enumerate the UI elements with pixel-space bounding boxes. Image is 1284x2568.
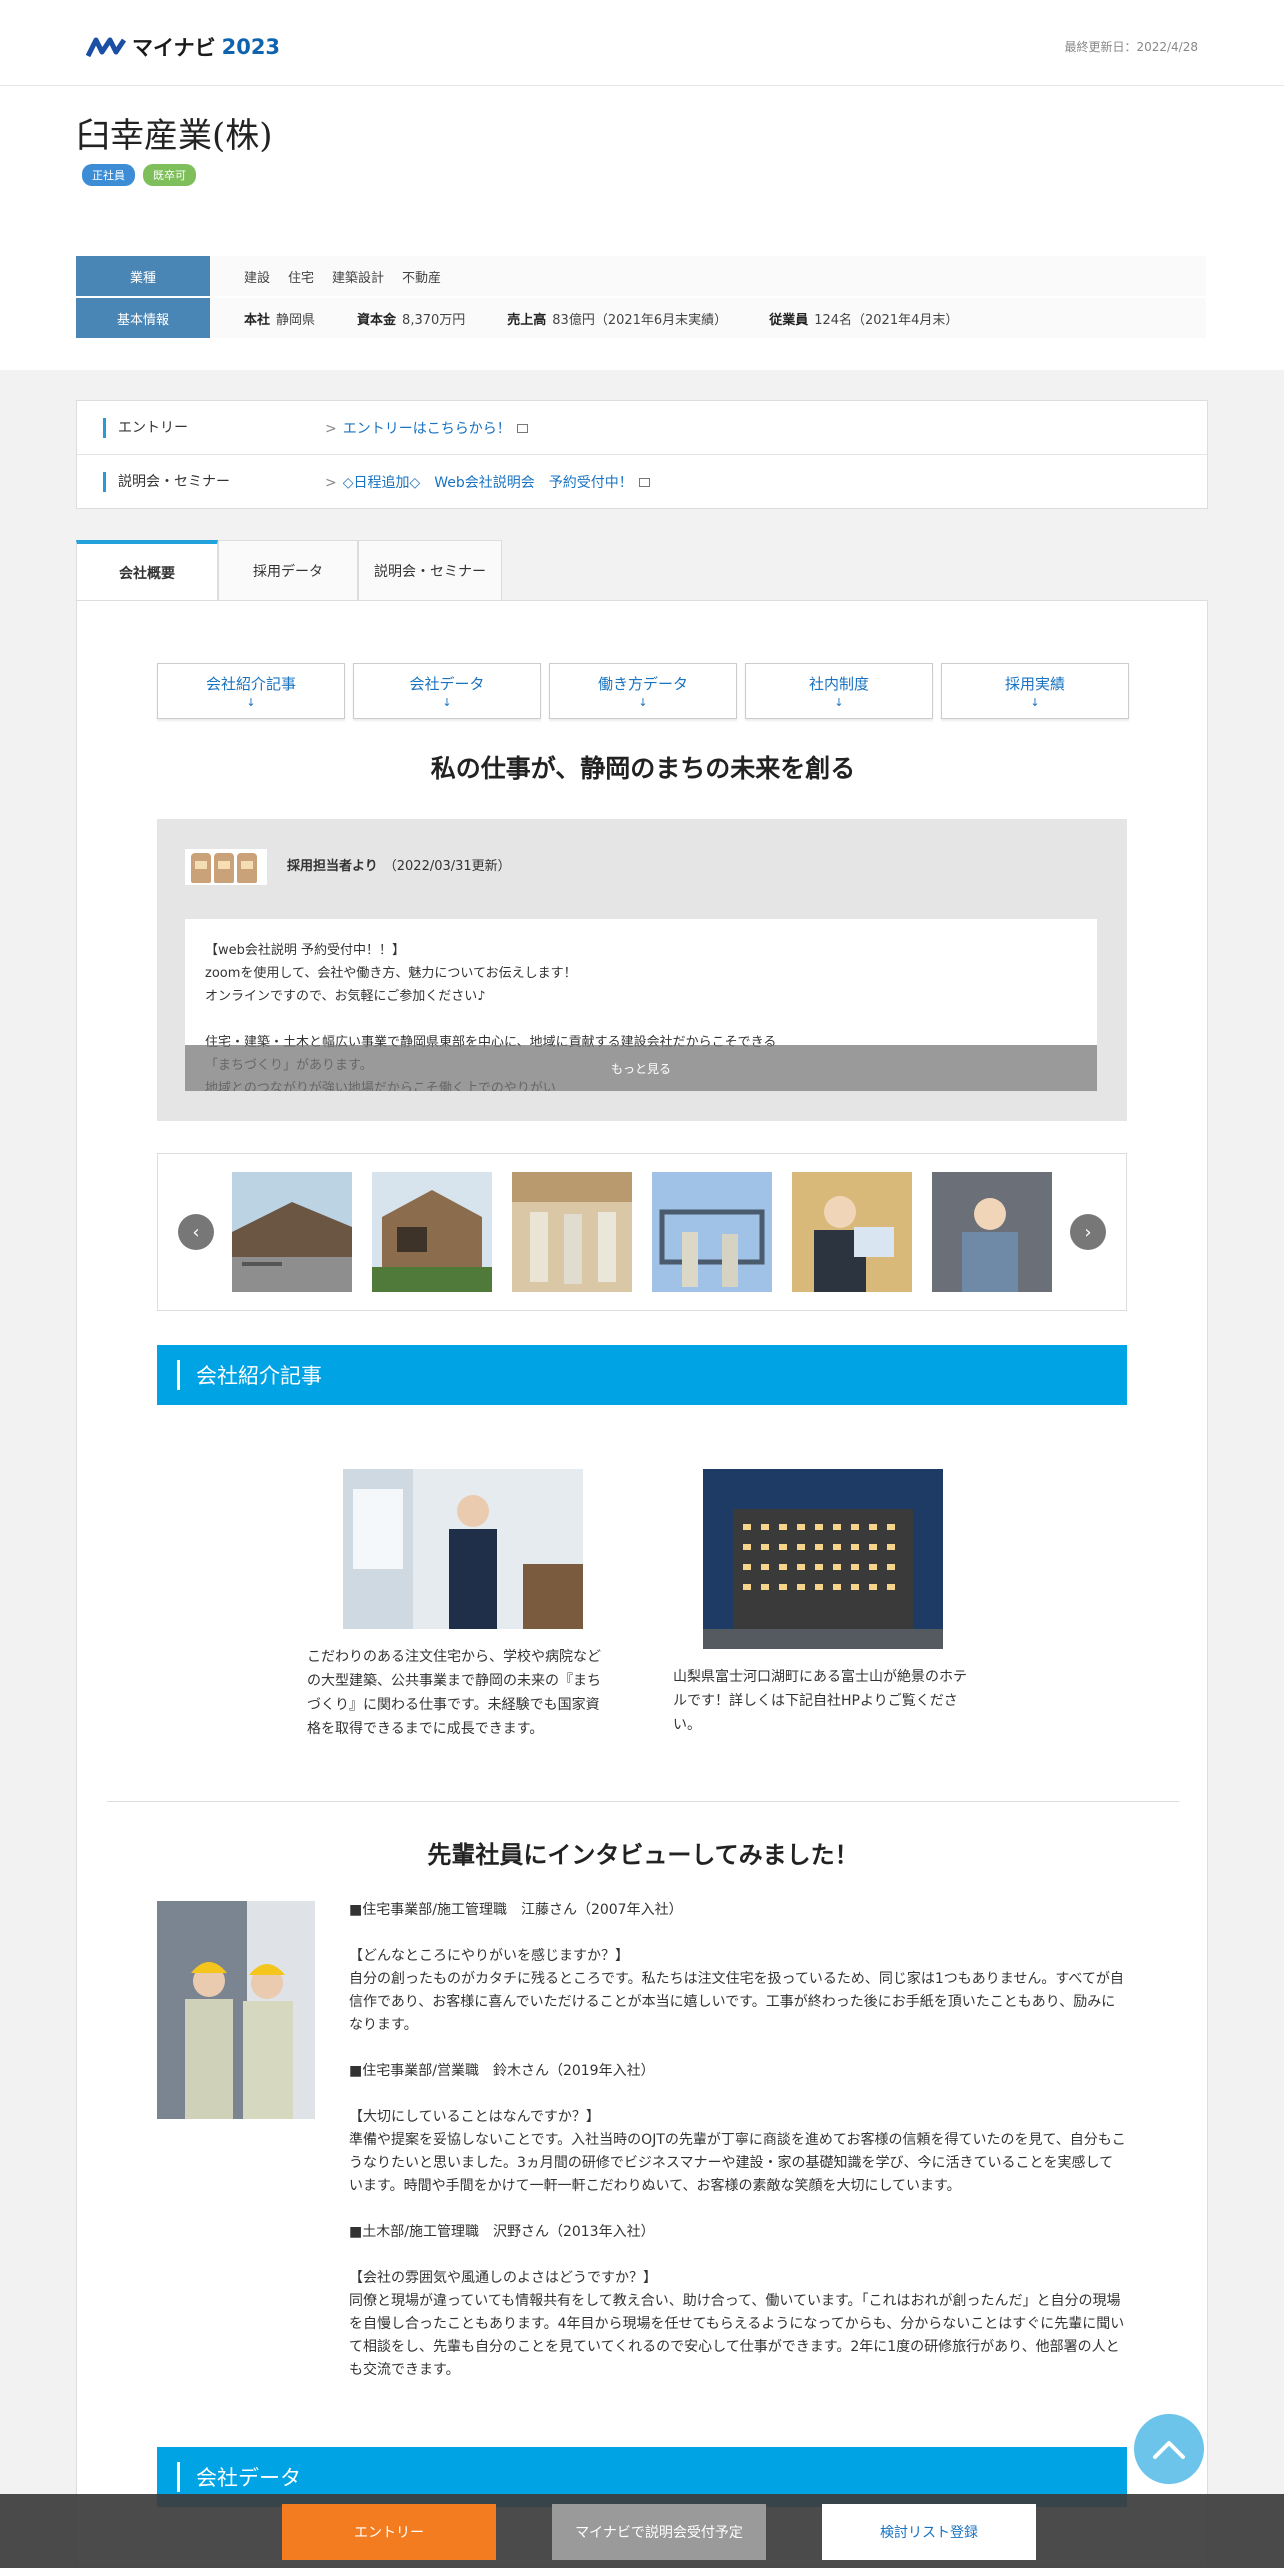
bottom-action-bar: エントリー マイナビで説明会受付予定 検討リスト登録 bbox=[0, 2494, 1284, 2568]
site-header: マイナビ 2023 最終更新日：2022/4/28 bbox=[0, 0, 1284, 86]
subnav-company-articles[interactable]: 会社紹介記事 ↓ bbox=[157, 663, 345, 719]
show-more-button[interactable]: もっと見る bbox=[185, 1045, 1097, 1091]
gallery-photo[interactable] bbox=[372, 1172, 492, 1292]
basic-info-label: 基本情報 bbox=[76, 298, 210, 338]
subnav-company-data[interactable]: 会社データ ↓ bbox=[353, 663, 541, 719]
photo-carousel: ‹ › bbox=[157, 1153, 1127, 1311]
hq-info: 本社 静岡県 bbox=[244, 312, 316, 328]
industry-row: 業種 建設 住宅 建築設計 不動産 bbox=[76, 256, 1206, 296]
arrow-down-icon: ↓ bbox=[1030, 696, 1040, 709]
arrow-down-icon: ↓ bbox=[246, 696, 256, 709]
intro-article[interactable]: こだわりのある注文住宅から、学校や病院などの大型建築、公共事業まで静岡の未来の『… bbox=[307, 1469, 607, 1741]
logo-text: マイナビ bbox=[132, 36, 216, 60]
industry-item: 不動産 bbox=[402, 270, 442, 286]
company-info-table: 業種 建設 住宅 建築設計 不動産 基本情報 本社 静岡県 資本金 8,370万円 … bbox=[76, 256, 1206, 340]
section-title: 会社紹介記事 bbox=[196, 1364, 322, 1388]
tab-recruit-data[interactable]: 採用データ bbox=[218, 540, 358, 600]
entry-row: エントリー > エントリーはこちらから！ bbox=[77, 401, 1207, 455]
seminar-label: 説明会・セミナー bbox=[103, 472, 230, 492]
external-link-icon bbox=[638, 478, 650, 487]
add-to-list-button[interactable]: 検討リスト登録 bbox=[822, 2504, 1036, 2560]
article-caption: こだわりのある注文住宅から、学校や病院などの大型建築、公共事業まで静岡の未来の『… bbox=[307, 1649, 601, 1737]
industry-item: 建設 bbox=[244, 270, 271, 286]
gallery-photo[interactable] bbox=[932, 1172, 1052, 1292]
tab-company-overview[interactable]: 会社概要 bbox=[76, 540, 218, 602]
mynavi-logo[interactable]: マイナビ 2023 bbox=[86, 32, 280, 62]
gallery-photo[interactable] bbox=[232, 1172, 352, 1292]
basic-info-row: 基本情報 本社 静岡県 資本金 8,370万円 売上高 83億円（2021年6月末実績… bbox=[76, 298, 1206, 338]
subnav-hiring-record[interactable]: 採用実績 ↓ bbox=[941, 663, 1129, 719]
entry-label: エントリー bbox=[103, 417, 188, 438]
arrow-down-icon: ↓ bbox=[442, 696, 452, 709]
entry-button[interactable]: エントリー bbox=[282, 2504, 496, 2560]
subnav-internal-system[interactable]: 社内制度 ↓ bbox=[745, 663, 933, 719]
recruiter-body: 【web会社説明 予約受付中！！】 zoomを使用して、会社や働き方、魅力につい… bbox=[185, 919, 1097, 1091]
intro-article[interactable]: 山梨県富士河口湖町にある富士山が絶景のホテルです！詳しくは下記自社HPよりご覧く… bbox=[673, 1469, 973, 1737]
article-caption: 山梨県富士河口湖町にある富士山が絶景のホテルです！詳しくは下記自社HPよりご覧く… bbox=[673, 1669, 967, 1733]
section-divider bbox=[107, 1801, 1179, 1802]
interview-text: ■住宅事業部/施工管理職 江藤さん（2007年入社） 【どんなところにやりがいを… bbox=[349, 1902, 1126, 2378]
seminar-link[interactable]: > ◇日程追加◇ Web会社説明会 予約受付中！ bbox=[325, 472, 650, 492]
entry-link[interactable]: > エントリーはこちらから！ bbox=[325, 418, 528, 438]
recruiter-date: （2022/03/31更新） bbox=[383, 859, 511, 874]
main-panel: 会社紹介記事 ↓ 会社データ ↓ 働き方データ ↓ 社内制度 ↓ 採用実績 ↓ 私の仕事が… bbox=[76, 600, 1208, 2568]
recruiter-from: 採用担当者より bbox=[287, 859, 378, 874]
company-hero: 臼幸産業(株) 正社員 既卒可 業種 建設 住宅 建築設計 不動産 基本情報 本… bbox=[0, 86, 1284, 370]
industry-item: 住宅 bbox=[288, 270, 315, 286]
subnav-work-style[interactable]: 働き方データ ↓ bbox=[549, 663, 737, 719]
industry-item: 建築設計 bbox=[332, 270, 385, 286]
recruiter-message: 採用担当者より （2022/03/31更新） 【web会社説明 予約受付中！！】 … bbox=[157, 819, 1127, 1121]
gallery-photo[interactable] bbox=[652, 1172, 772, 1292]
badge-graduate-ok: 既卒可 bbox=[143, 164, 196, 186]
tab-seminar[interactable]: 説明会・セミナー bbox=[358, 540, 502, 600]
logo-year: 2023 bbox=[221, 35, 281, 59]
company-name: 臼幸産業(株) bbox=[76, 116, 273, 156]
chevron-right-icon: > bbox=[325, 475, 337, 491]
interview-title: 先輩社員にインタビューしてみました！ bbox=[427, 1840, 859, 1869]
seminar-button[interactable]: マイナビで説明会受付予定 bbox=[552, 2504, 766, 2560]
section-title: 会社データ bbox=[196, 2466, 301, 2490]
article-photo bbox=[343, 1469, 583, 1629]
employees-info: 従業員 124名（2021年4月末） bbox=[769, 312, 959, 328]
gallery-photo[interactable] bbox=[792, 1172, 912, 1292]
sales-info: 売上高 83億円（2021年6月末実績） bbox=[507, 312, 728, 328]
employment-badges: 正社員 既卒可 bbox=[82, 164, 196, 186]
chevron-up-icon bbox=[1153, 2441, 1185, 2459]
carousel-prev-button[interactable]: ‹ bbox=[178, 1214, 214, 1250]
arrow-down-icon: ↓ bbox=[638, 696, 648, 709]
chevron-right-icon: > bbox=[325, 420, 337, 437]
section-subnav: 会社紹介記事 ↓ 会社データ ↓ 働き方データ ↓ 社内制度 ↓ 採用実績 ↓ bbox=[157, 663, 1129, 719]
mynavi-mark-icon bbox=[86, 37, 126, 58]
catch-copy: 私の仕事が、静岡のまちの未来を創る bbox=[430, 754, 856, 783]
capital-info: 資本金 8,370万円 bbox=[357, 312, 466, 328]
arrow-down-icon: ↓ bbox=[834, 696, 844, 709]
seminar-row: 説明会・セミナー > ◇日程追加◇ Web会社説明会 予約受付中！ bbox=[77, 455, 1207, 509]
last-updated: 最終更新日：2022/4/28 bbox=[1064, 40, 1198, 54]
scroll-to-top-button[interactable] bbox=[1134, 2414, 1204, 2484]
entry-box: エントリー > エントリーはこちらから！ 説明会・セミナー > ◇日程追加◇ Web… bbox=[76, 400, 1208, 509]
article-photo bbox=[703, 1469, 943, 1649]
tab-bar: 会社概要 採用データ 説明会・セミナー bbox=[76, 540, 502, 602]
recruiter-avatar bbox=[185, 849, 267, 885]
industry-label: 業種 bbox=[76, 256, 210, 296]
external-link-icon bbox=[516, 423, 528, 433]
interview-photo bbox=[157, 1901, 315, 2119]
badge-fulltime: 正社員 bbox=[82, 164, 135, 186]
section-header-intro: 会社紹介記事 bbox=[157, 1345, 1127, 1405]
gallery-photo[interactable] bbox=[512, 1172, 632, 1292]
carousel-next-button[interactable]: › bbox=[1070, 1214, 1106, 1250]
